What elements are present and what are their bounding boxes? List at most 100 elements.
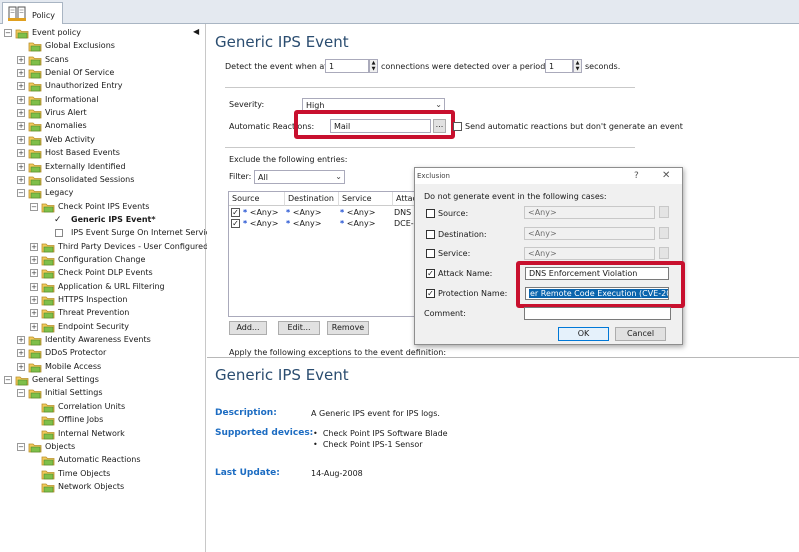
folder-icon xyxy=(41,415,55,426)
expand-icon[interactable]: + xyxy=(17,55,25,64)
protection-name-checkbox[interactable]: ✓ xyxy=(426,289,435,298)
folder-icon xyxy=(41,242,55,253)
expand-icon[interactable]: + xyxy=(30,322,38,331)
folder-icon xyxy=(41,455,55,466)
folder-icon xyxy=(41,282,55,293)
book-icon xyxy=(8,6,26,21)
close-icon[interactable]: ✕ xyxy=(662,170,670,181)
table-cell-destination: * <Any> xyxy=(286,219,322,228)
asterisk-icon: * xyxy=(340,219,345,228)
connections-spinner[interactable]: ▲ ▼ xyxy=(369,59,378,73)
tree-item-label: Scans xyxy=(45,54,69,64)
destination-value-field: <Any> xyxy=(524,227,655,240)
folder-icon xyxy=(15,28,29,39)
column-header-destination[interactable]: Destination xyxy=(285,192,339,206)
asterisk-icon: * xyxy=(243,208,248,217)
period-seconds-input[interactable]: 1 xyxy=(545,59,573,73)
comment-input[interactable] xyxy=(524,307,671,320)
panel-splitter[interactable] xyxy=(207,357,799,358)
column-header-service[interactable]: Service xyxy=(339,192,393,206)
tree-item-label: Anomalies xyxy=(45,121,87,131)
severity-label: Severity: xyxy=(229,100,265,109)
checkmark-icon[interactable]: ✓ xyxy=(54,215,63,225)
chevron-down-icon: ⌄ xyxy=(435,100,442,109)
edit-button[interactable]: Edit... xyxy=(278,321,320,335)
cancel-button[interactable]: Cancel xyxy=(615,327,666,341)
expand-icon[interactable]: + xyxy=(30,309,38,318)
tree-item-label: DDoS Protector xyxy=(45,348,107,358)
expand-icon[interactable]: + xyxy=(30,269,38,278)
ok-button[interactable]: OK xyxy=(558,327,609,341)
folder-icon xyxy=(41,308,55,319)
tree-item-label: Initial Settings xyxy=(45,388,103,398)
collapse-icon[interactable]: − xyxy=(4,29,12,37)
separator xyxy=(225,87,635,88)
service-checkbox[interactable] xyxy=(426,249,435,258)
tree-item-label: Consolidated Sessions xyxy=(45,174,135,184)
dialog-title-bar[interactable]: Exclusion ? ✕ xyxy=(415,168,682,184)
folder-icon xyxy=(28,41,42,52)
service-value-field: <Any> xyxy=(524,247,655,260)
expand-icon[interactable]: + xyxy=(30,296,38,304)
source-checkbox[interactable] xyxy=(426,209,435,218)
attack-name-checkbox[interactable]: ✓ xyxy=(426,269,435,278)
period-spinner[interactable]: ▲ ▼ xyxy=(573,59,582,73)
expand-icon[interactable]: + xyxy=(17,109,25,118)
expand-icon[interactable]: + xyxy=(17,362,25,371)
expand-icon[interactable]: + xyxy=(17,149,25,158)
row-checkbox[interactable]: ✓ xyxy=(231,219,240,228)
tab-policy-label: Policy xyxy=(32,11,56,20)
expand-icon[interactable]: + xyxy=(17,175,25,184)
checkbox-icon[interactable] xyxy=(55,229,63,238)
connections-count-input[interactable]: 1 xyxy=(325,59,369,73)
filter-select[interactable]: All ⌄ xyxy=(254,170,345,184)
tree-item-label: Identity Awareness Events xyxy=(45,335,151,345)
expand-icon[interactable]: + xyxy=(30,282,38,291)
expand-icon[interactable]: + xyxy=(17,82,25,91)
collapse-icon[interactable]: − xyxy=(30,202,38,211)
help-icon[interactable]: ? xyxy=(634,171,639,181)
send-only-checkbox[interactable] xyxy=(453,122,462,131)
destination-checkbox[interactable] xyxy=(426,230,435,239)
folder-icon xyxy=(41,295,55,306)
add-button[interactable]: Add... xyxy=(229,321,267,335)
folder-icon xyxy=(41,255,55,266)
expand-icon[interactable]: + xyxy=(30,255,38,264)
folder-icon xyxy=(41,402,55,413)
exclusions-grid[interactable]: Source Destination Service Attack ✓ * <A… xyxy=(228,191,418,317)
expand-icon[interactable]: + xyxy=(17,69,25,78)
tree-item-label: Correlation Units xyxy=(58,401,126,411)
tree-item-label: Web Activity xyxy=(45,134,95,144)
tree-item-label: Unauthorized Entry xyxy=(45,81,123,91)
column-header-source[interactable]: Source xyxy=(229,192,285,206)
expand-icon[interactable]: + xyxy=(17,336,25,345)
source-label: Source: xyxy=(438,209,469,218)
tab-policy[interactable]: Policy xyxy=(2,2,63,24)
collapse-icon[interactable]: − xyxy=(17,389,25,398)
collapse-panel-icon[interactable]: ◀ xyxy=(193,27,199,36)
folder-icon xyxy=(28,81,42,92)
table-cell-service: * <Any> xyxy=(340,219,376,228)
row-checkbox[interactable]: ✓ xyxy=(231,208,240,217)
tree-item-label: Application & URL Filtering xyxy=(58,281,165,291)
expand-icon[interactable]: + xyxy=(17,162,25,171)
filter-value: All xyxy=(258,173,268,182)
collapse-icon[interactable]: − xyxy=(17,442,25,451)
folder-icon xyxy=(41,202,55,213)
tree-item-label: Check Point DLP Events xyxy=(58,268,153,278)
expand-icon[interactable]: + xyxy=(30,242,38,251)
asterisk-icon: * xyxy=(340,208,345,217)
collapse-icon[interactable]: − xyxy=(4,376,12,385)
folder-icon xyxy=(28,188,42,199)
remove-button[interactable]: Remove xyxy=(327,321,369,335)
tree-item-label: Check Point IPS Events xyxy=(58,201,150,211)
folder-icon xyxy=(41,268,55,279)
expand-icon[interactable]: + xyxy=(17,122,25,131)
expand-icon[interactable]: + xyxy=(17,349,25,358)
destination-label: Destination: xyxy=(438,230,487,239)
expand-icon[interactable]: + xyxy=(17,95,25,104)
collapse-icon[interactable]: − xyxy=(17,189,25,198)
device-item: • Check Point IPS-1 Sensor xyxy=(313,440,423,449)
expand-icon[interactable]: + xyxy=(17,135,25,144)
tree-item-label: Time Objects xyxy=(58,468,111,478)
